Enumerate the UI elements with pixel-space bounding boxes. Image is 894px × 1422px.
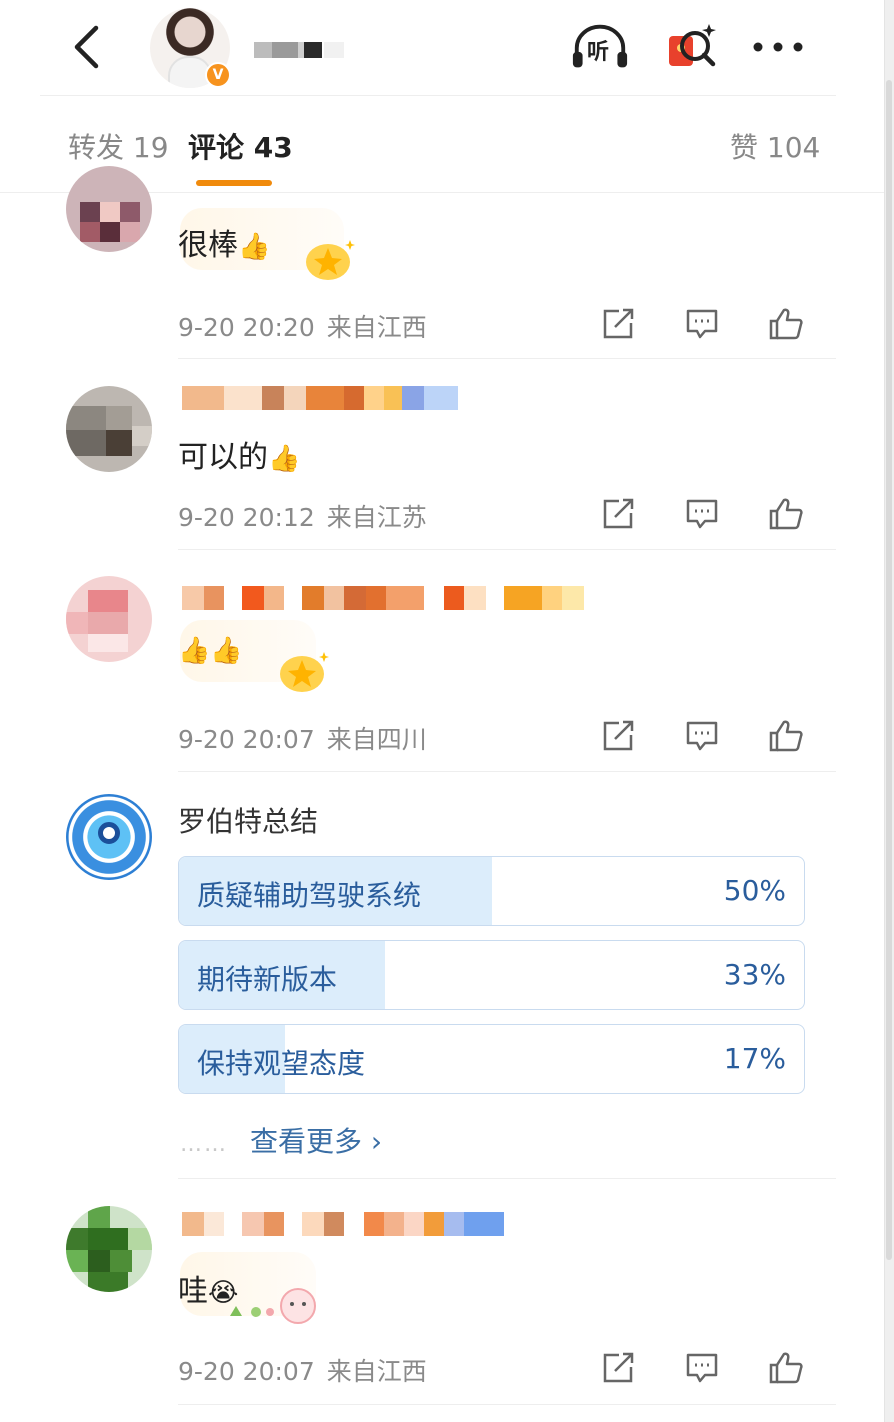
poll-title: 罗伯特总结 [178,805,319,838]
poll-option-label: 期待新版本 [197,963,338,996]
poll-option[interactable]: 保持观望态度 17% [178,1024,805,1094]
see-more-label: 查看更多 › [250,1125,383,1158]
comment-text: 很棒👍 [178,228,271,263]
comment-button[interactable] [682,304,722,344]
comment-divider [178,1404,836,1405]
comment-text: 可以的👍 [178,440,301,475]
poll-option-percent: 50% [723,874,786,907]
commenter-avatar[interactable] [66,576,152,662]
chevron-left-icon [74,25,99,69]
poll-option-percent: 17% [723,1042,786,1075]
like-button[interactable] [766,304,806,344]
comment-divider [178,771,836,772]
comment-actions [598,716,808,756]
like-icon [769,308,803,340]
star-badge-icon [306,240,355,280]
more-dots: …… [180,1132,228,1157]
repost-icon [603,308,634,339]
comment-icon [686,309,718,339]
comment-meta: 9-20 20:12 来自江苏 [178,503,427,532]
comment-button[interactable] [682,1348,722,1388]
tab-repost[interactable]: 转发 19 [68,126,169,166]
poll-option-label: 保持观望态度 [197,1047,366,1080]
comment-icon [686,499,718,529]
repost-button[interactable] [598,304,638,344]
poll-option[interactable]: 期待新版本 33% [178,940,805,1010]
comment-text: 👍👍 [178,632,243,667]
repost-button[interactable] [598,716,638,756]
repost-icon [603,1352,634,1383]
repost-button[interactable] [598,1348,638,1388]
redpacket-search-icon [669,24,716,67]
thumbs-up-emoji: 👍👍 [178,636,243,666]
like-button[interactable] [766,716,806,756]
commenter-avatar[interactable] [66,386,152,472]
tab-likes[interactable]: 赞 104 [730,126,820,166]
commenter-name-redacted[interactable] [182,1212,504,1236]
listen-label: 听 [587,40,610,65]
scrollbar-thumb[interactable] [886,80,892,1260]
commenter-name-redacted[interactable] [182,586,584,610]
active-tab-indicator [196,180,272,186]
comment-actions [598,494,808,534]
like-button[interactable] [766,494,806,534]
comment-actions [598,1348,808,1388]
repost-button[interactable] [598,494,638,534]
redpacket-search-button[interactable] [662,20,722,74]
verified-badge: V [205,62,231,88]
poll-divider [178,1178,836,1179]
repost-icon [603,498,634,529]
comment-actions [598,304,808,344]
comment-meta: 9-20 20:07 来自江西 [178,1357,427,1386]
comment-button[interactable] [682,494,722,534]
commenter-avatar[interactable] [66,1206,152,1292]
comment-icon [686,1353,718,1383]
see-more-link[interactable]: …… 查看更多 › [180,1120,382,1160]
top-bar: V 听 [0,0,884,96]
robot-avatar[interactable] [66,794,152,880]
tab-comments[interactable]: 评论 43 [188,126,293,166]
thumbs-up-emoji: 👍 [268,444,301,474]
header-divider [40,95,836,96]
comment-meta: 9-20 20:07 来自四川 [178,725,427,754]
like-icon [769,498,803,530]
more-dots-icon [753,42,803,52]
poll-option-label: 质疑辅助驾驶系统 [197,879,422,912]
comment-divider [178,549,836,550]
like-button[interactable] [766,1348,806,1388]
poll-option-percent: 33% [723,958,786,991]
commenter-avatar[interactable] [66,166,152,252]
commenter-name-redacted[interactable] [182,386,458,410]
sticker-icon [230,1288,316,1324]
listen-button[interactable]: 听 [570,20,630,74]
comment-button[interactable] [682,716,722,756]
more-button[interactable] [748,20,808,74]
comment-icon [686,721,718,751]
author-name-redacted[interactable] [254,30,384,66]
poll-option[interactable]: 质疑辅助驾驶系统 50% [178,856,805,926]
star-badge-icon [280,652,329,692]
back-button[interactable] [66,24,106,70]
comment-divider [178,358,836,359]
like-icon [769,720,803,752]
like-icon [769,1352,803,1384]
thumbs-up-emoji: 👍 [238,232,271,262]
comment-meta: 9-20 20:20 来自江西 [178,313,427,342]
repost-icon [603,720,634,751]
